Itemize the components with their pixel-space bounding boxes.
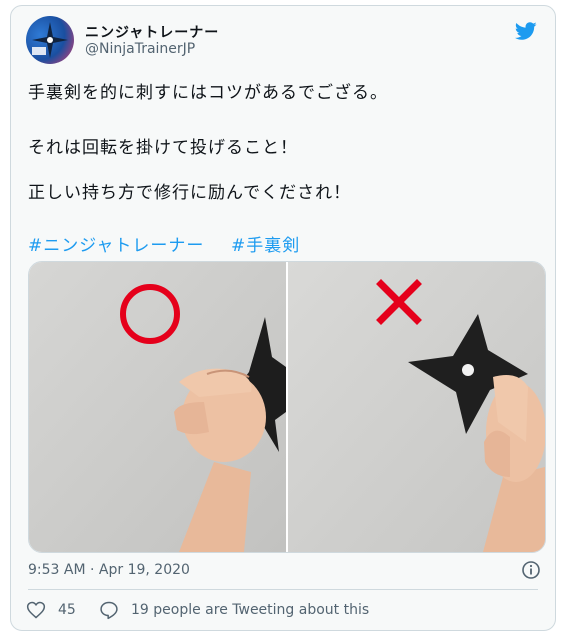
divider xyxy=(28,589,538,590)
shuriken-avatar-icon xyxy=(32,22,68,58)
conversation-count-text: 19 people are Tweeting about this xyxy=(131,602,370,618)
tweet-media[interactable] xyxy=(28,261,546,553)
tweet-card[interactable]: ニンジャトレーナー @NinjaTrainerJP 手裏剣を的に刺すにはコツがあ… xyxy=(10,5,556,631)
photo-wrong-grip[interactable] xyxy=(288,262,545,552)
photo-correct-grip[interactable] xyxy=(29,262,286,552)
speech-bubble-icon xyxy=(100,601,118,620)
avatar[interactable] xyxy=(26,16,74,64)
wrong-grip-photo xyxy=(288,262,545,552)
user-handle[interactable]: @NinjaTrainerJP xyxy=(85,41,195,57)
hashtag-ninja-trainer[interactable]: #ニンジャトレーナー xyxy=(28,231,204,256)
tweet-text-line-1: 手裏剣を的に刺すにはコツがあるでござる。 xyxy=(28,83,388,103)
display-name[interactable]: ニンジャトレーナー xyxy=(85,22,219,42)
tweet-text-line-3: 正しい持ち方で修行に励んでくだされ！ xyxy=(28,183,352,203)
conversation-button[interactable]: 19 people are Tweeting about this xyxy=(99,600,369,620)
heart-icon xyxy=(26,601,46,619)
like-button[interactable]: 45 xyxy=(26,600,76,620)
correct-grip-photo xyxy=(29,262,286,552)
tweet-text-line-2: それは回転を掛けて投げること！ xyxy=(28,138,298,158)
hashtag-shuriken[interactable]: #手裏剣 xyxy=(231,231,300,256)
tweet-timestamp[interactable]: 9:53 AM · Apr 19, 2020 xyxy=(28,562,190,578)
like-count: 45 xyxy=(58,602,76,618)
twitter-bird-icon[interactable] xyxy=(515,20,537,42)
info-icon[interactable] xyxy=(521,560,541,580)
